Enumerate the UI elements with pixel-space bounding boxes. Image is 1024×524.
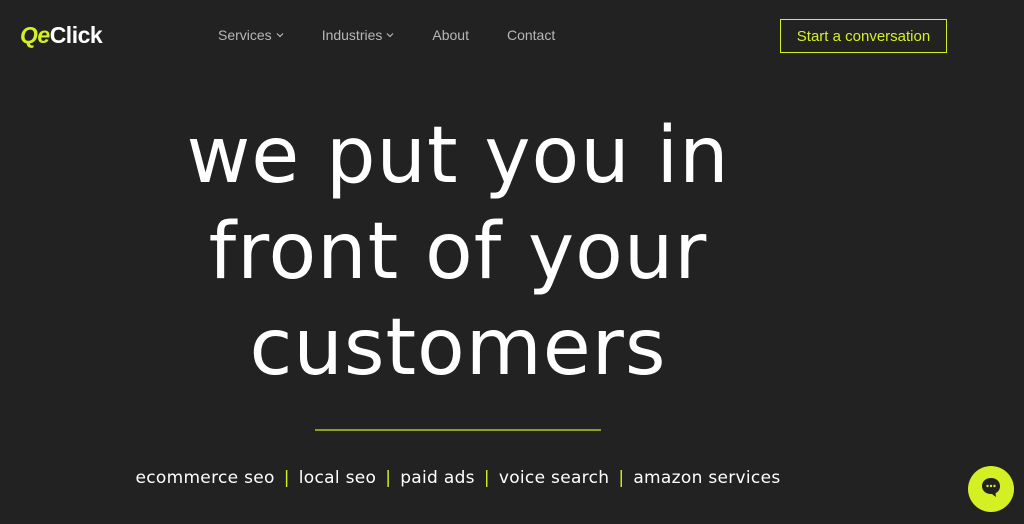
nav-item-industries[interactable]: Industries bbox=[322, 25, 395, 45]
logo[interactable]: Qe Click bbox=[20, 18, 103, 52]
nav-item-contact[interactable]: Contact bbox=[507, 25, 555, 45]
service-item: local seo bbox=[298, 468, 377, 488]
chevron-down-icon bbox=[386, 31, 394, 39]
hero-line: front of your bbox=[208, 207, 708, 297]
logo-word: Click bbox=[49, 21, 103, 48]
separator: | bbox=[385, 468, 392, 488]
nav-label-services: Services bbox=[218, 27, 272, 43]
nav-label-industries: Industries bbox=[321, 27, 383, 43]
chevron-down-icon bbox=[276, 31, 284, 39]
chat-bubble-icon bbox=[979, 475, 1003, 503]
separator: | bbox=[283, 468, 290, 488]
page: Qe Click Services Industries About Contac… bbox=[0, 0, 1024, 524]
main-nav: Services Industries About Contact bbox=[218, 25, 593, 45]
service-item: ecommerce seo bbox=[135, 468, 275, 488]
chat-button[interactable] bbox=[968, 466, 1014, 512]
nav-label-contact: Contact bbox=[506, 27, 556, 43]
service-item: paid ads bbox=[400, 468, 475, 488]
divider bbox=[315, 429, 601, 431]
nav-item-services[interactable]: Services bbox=[218, 25, 284, 45]
nav-label-about: About bbox=[432, 27, 469, 43]
hero-line: customers bbox=[249, 303, 667, 393]
services-list: ecommerce seo | local seo | paid ads | voice s… bbox=[0, 468, 916, 488]
hero-line: we put you in bbox=[186, 111, 730, 201]
service-item: amazon services bbox=[633, 468, 781, 488]
separator: | bbox=[483, 468, 490, 488]
separator: | bbox=[618, 468, 625, 488]
service-item: voice search bbox=[498, 468, 610, 488]
nav-item-about[interactable]: About bbox=[432, 25, 469, 45]
start-conversation-button[interactable]: Start a conversation bbox=[780, 19, 947, 53]
hero-headline: we put you in front of your customers bbox=[0, 108, 916, 396]
logo-mark: Qe bbox=[20, 21, 50, 48]
